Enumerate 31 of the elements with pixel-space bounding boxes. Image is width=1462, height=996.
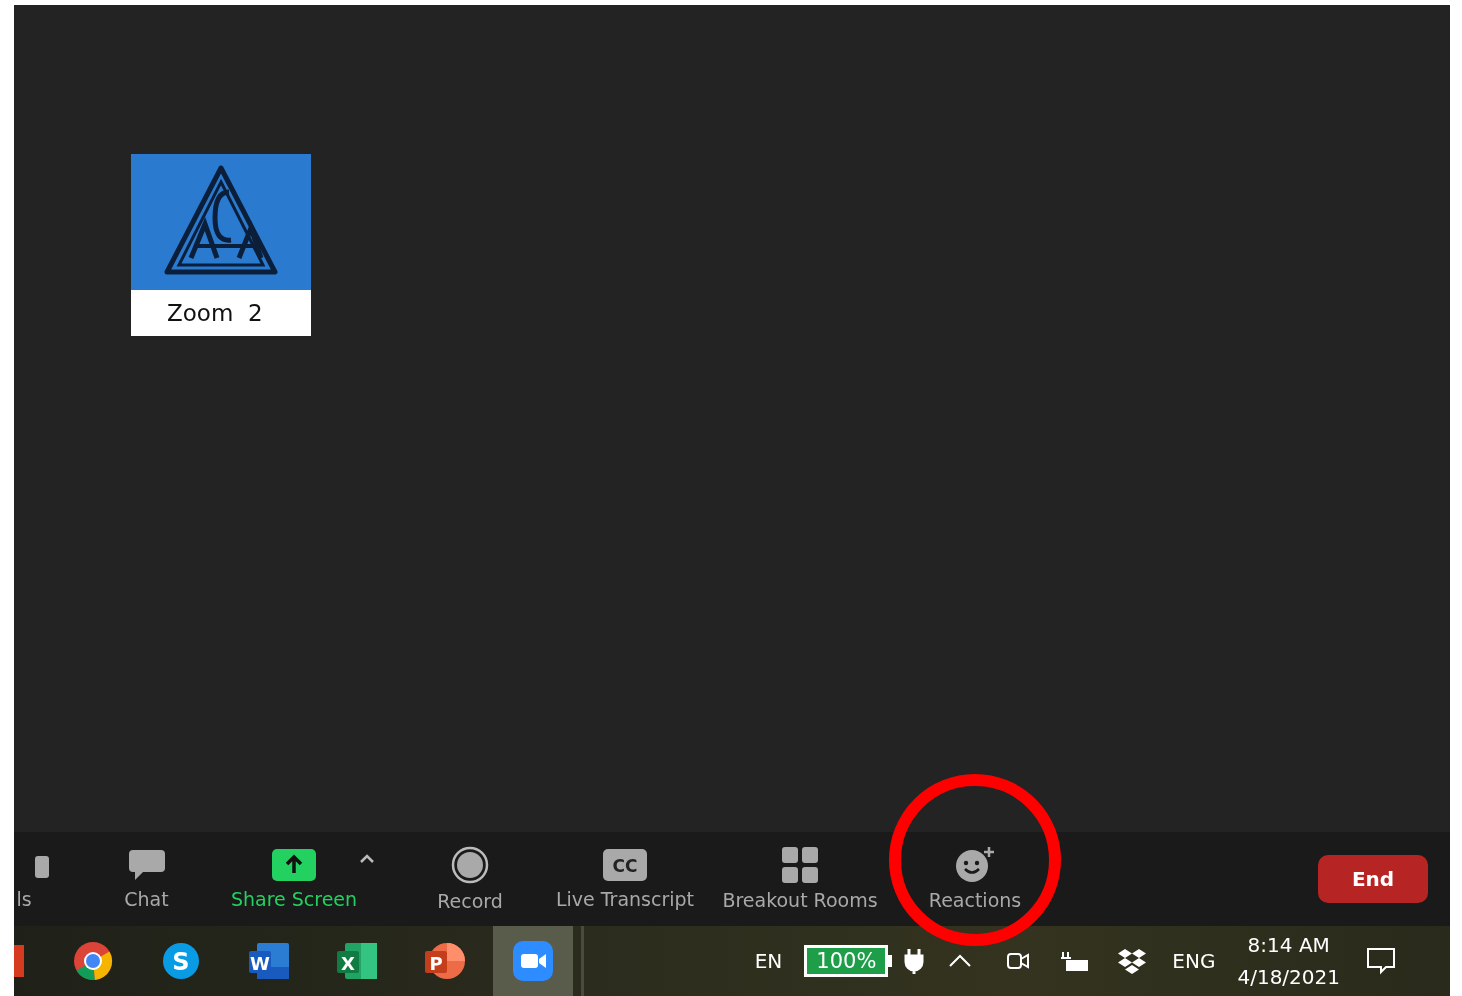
share-screen-icon bbox=[272, 848, 316, 882]
grid-icon bbox=[782, 847, 818, 883]
breakout-button[interactable]: Breakout Rooms bbox=[705, 847, 895, 911]
zoom-app-icon bbox=[513, 941, 553, 981]
record-button[interactable]: Record bbox=[395, 846, 545, 912]
chat-icon bbox=[126, 848, 167, 882]
end-button[interactable]: End bbox=[1318, 855, 1428, 903]
taskbar-app-button[interactable]: W bbox=[229, 926, 309, 996]
smiley-icon bbox=[955, 847, 995, 883]
closed-captions-icon: CC bbox=[603, 848, 647, 882]
reactions-button[interactable]: Reactions bbox=[895, 847, 1055, 911]
office-icon bbox=[14, 945, 24, 977]
transcript-button[interactable]: CC Live Transcript bbox=[545, 848, 705, 910]
notification-icon[interactable] bbox=[1366, 947, 1396, 975]
taskbar-app-button[interactable]: P bbox=[405, 926, 485, 996]
taskbar-app-button[interactable]: X bbox=[317, 926, 397, 996]
chrome-icon bbox=[73, 941, 113, 981]
keyboard-language[interactable]: ENG bbox=[1172, 949, 1216, 973]
clock[interactable]: 8:14 AM 4/18/2021 bbox=[1237, 929, 1340, 993]
caret-icon[interactable] bbox=[359, 854, 375, 864]
plug-icon[interactable] bbox=[902, 948, 927, 974]
participants-button[interactable]: ls bbox=[14, 848, 74, 910]
share-button[interactable]: Share Screen bbox=[219, 848, 369, 910]
taskbar-app-button[interactable] bbox=[493, 926, 573, 996]
dropbox-icon[interactable] bbox=[1118, 948, 1147, 974]
participant-name: Zoom 2 bbox=[166, 299, 264, 328]
skype-icon: S bbox=[161, 941, 201, 981]
record-icon bbox=[451, 846, 489, 884]
input-language[interactable]: EN bbox=[754, 949, 783, 973]
chat-button[interactable]: Chat bbox=[74, 848, 219, 910]
people-icon bbox=[35, 856, 49, 878]
